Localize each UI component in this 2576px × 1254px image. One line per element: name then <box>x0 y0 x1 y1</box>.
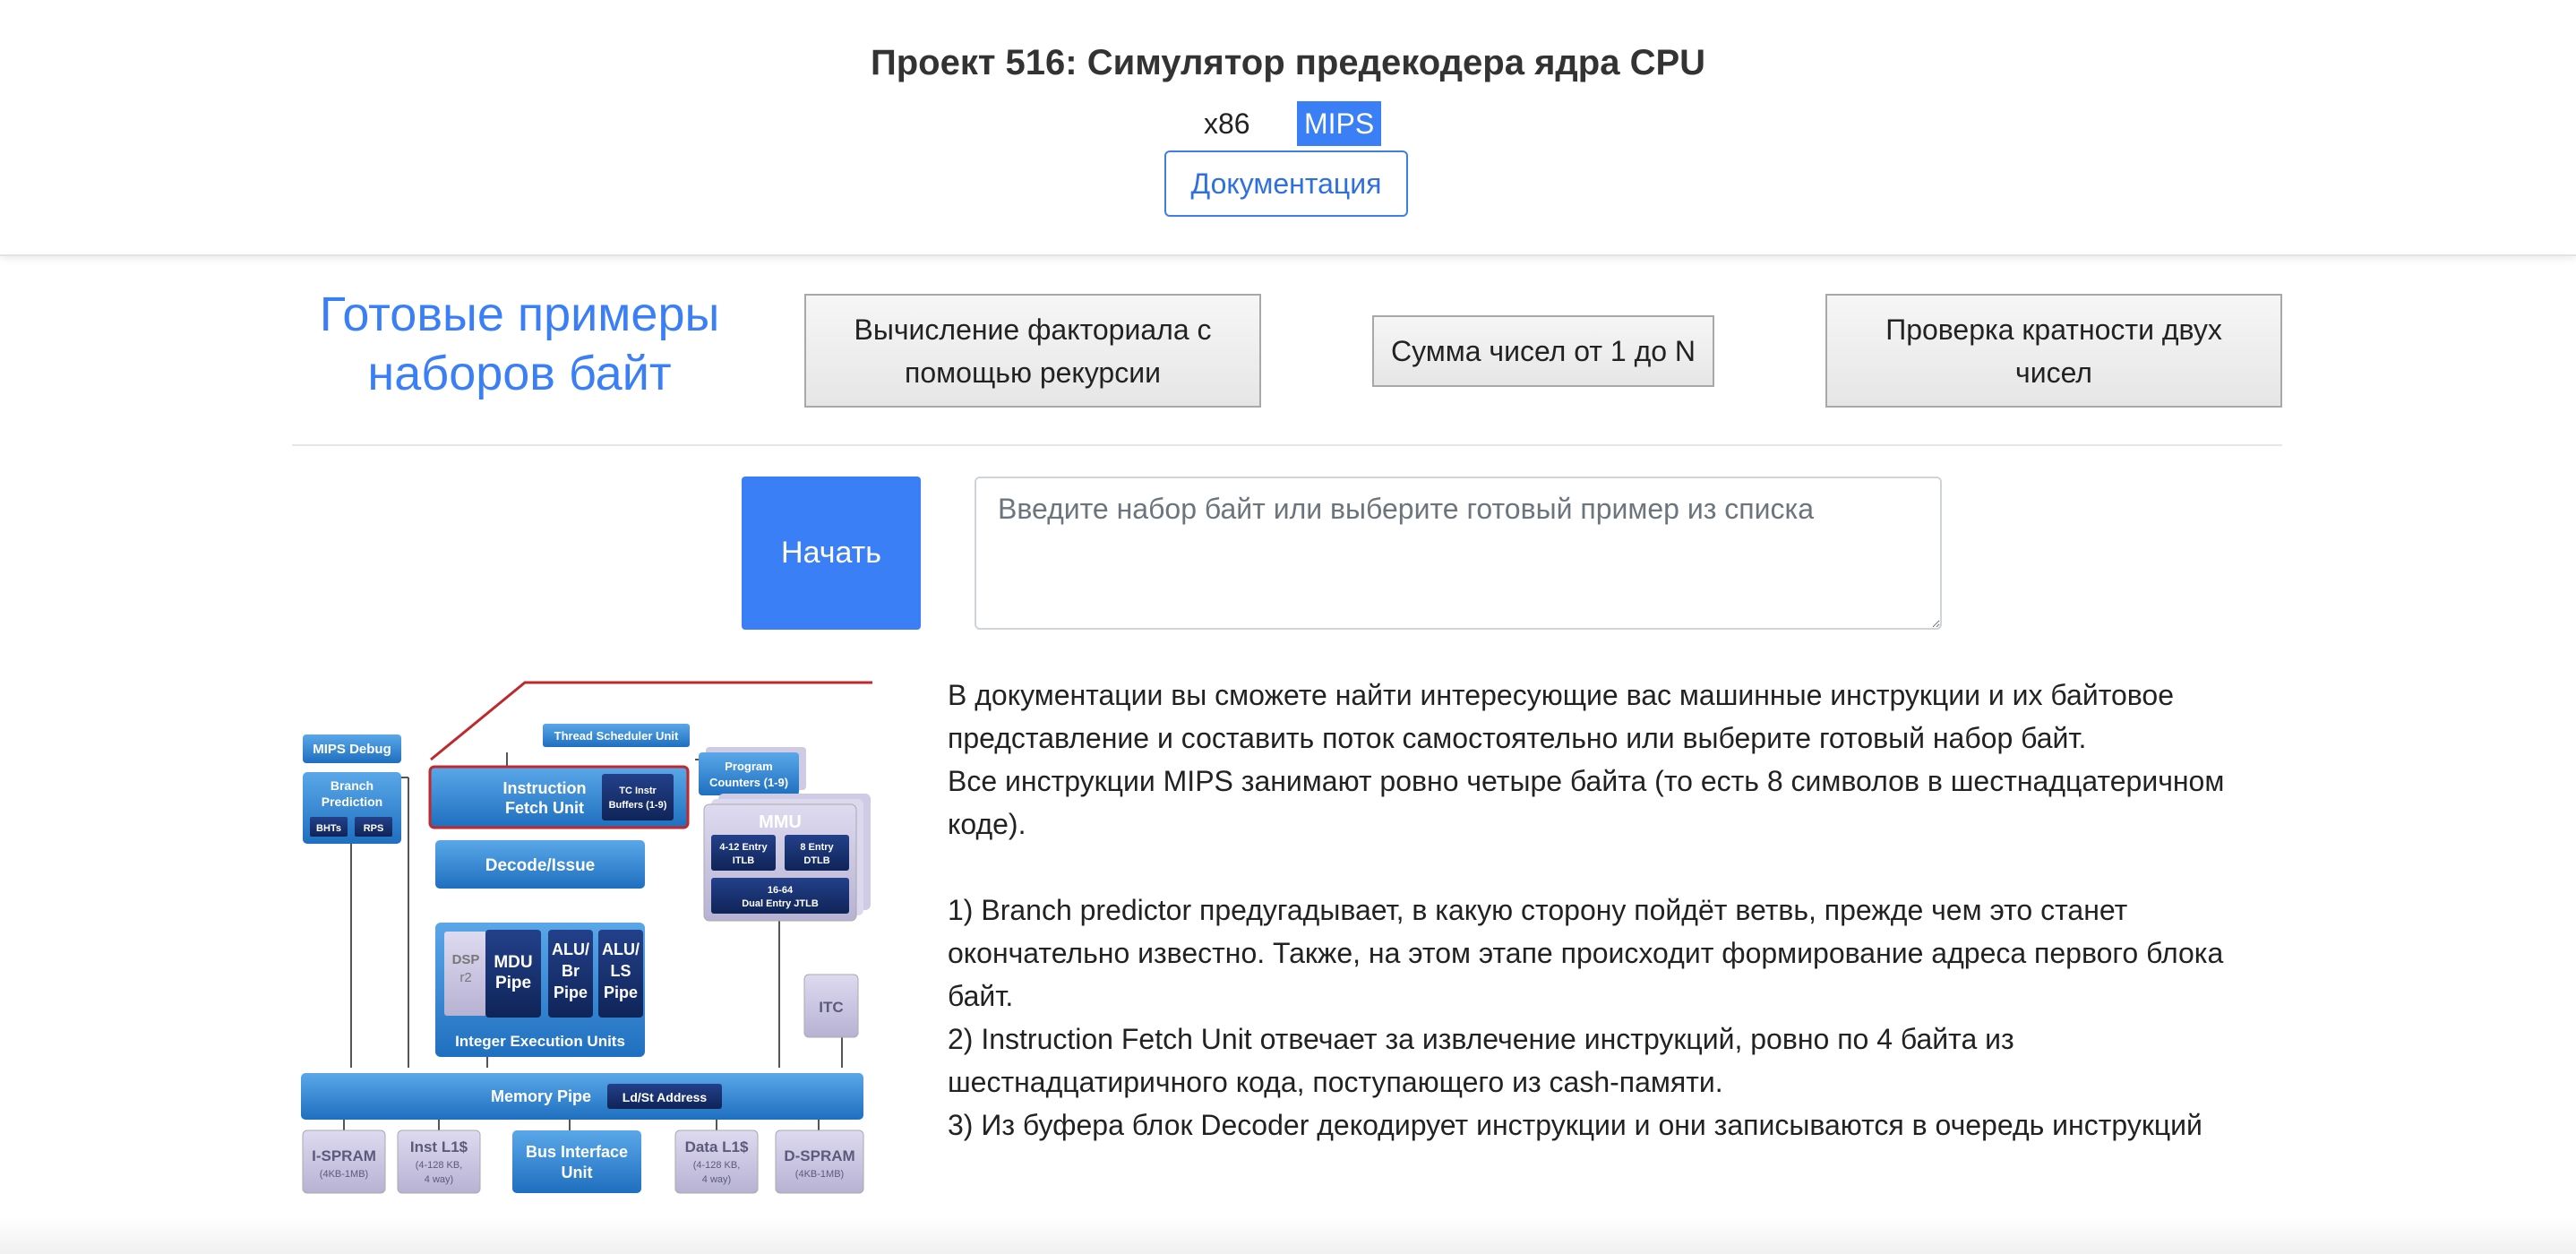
dsp-label-2: r2 <box>459 970 471 985</box>
rps-label: RPS <box>364 823 384 834</box>
description-line: представление и составить поток самостоя… <box>948 722 2087 754</box>
decode-label: Decode/Issue <box>485 856 596 875</box>
examples-heading-line2: наборов байт <box>367 347 672 400</box>
description-line: шестнадцатиричного кода, поступающего из… <box>948 1066 1723 1098</box>
example-sum-button[interactable]: Сумма чисел от 1 до N <box>1372 315 1714 387</box>
mmu-label: MMU <box>759 812 802 832</box>
itlb-label-1: 4-12 Entry <box>719 842 768 853</box>
ieu-label: Integer Execution Units <box>455 1033 625 1050</box>
mips-architecture-diagram: MIPS Debug Thread Scheduler Unit Branch … <box>301 681 872 1194</box>
example-sum-label: Сумма чисел от 1 до N <box>1390 335 1696 367</box>
description-line: 1) Branch predictor предугадывает, в как… <box>948 894 2128 926</box>
biu-label-1: Bus Interface <box>526 1143 628 1161</box>
bottom-shadow <box>0 1218 2576 1254</box>
alels-label-1: ALU/ <box>602 940 640 958</box>
example-divisibility-line1: Проверка кратности двух <box>1885 313 2222 346</box>
itlb-label-2: ITLB <box>733 855 754 866</box>
branch-prediction-label-1: Branch <box>331 778 374 793</box>
example-factorial-line1: Вычисление факториала с <box>854 313 1212 346</box>
datal1-label-1: Data L1$ <box>685 1138 749 1155</box>
biu-label-2: Unit <box>562 1164 593 1181</box>
alubr-label-3: Pipe <box>554 983 588 1001</box>
ispram-label-1: I-SPRAM <box>312 1147 376 1164</box>
instl1-label-1: Inst L1$ <box>410 1138 468 1155</box>
dsp-label-1: DSP <box>452 952 480 967</box>
tab-x86[interactable]: x86 <box>1197 101 1258 146</box>
description-line: коде). <box>948 808 1026 840</box>
description-line: В документации вы сможете найти интересу… <box>948 679 2175 711</box>
description-line: 2) Instruction Fetch Unit отвечает за из… <box>948 1023 2014 1055</box>
documentation-button[interactable]: Документация <box>1164 150 1408 217</box>
dtlb-label-1: 8 Entry <box>800 842 834 853</box>
ifu-label-2: Fetch Unit <box>505 799 584 817</box>
instl1-label-3: 4 way) <box>425 1174 453 1185</box>
mdu-label-1: MDU <box>494 953 532 972</box>
page-title: Проект 516: Симулятор предекодера ядра C… <box>870 43 1706 82</box>
description-line: байт. <box>948 980 1014 1012</box>
example-factorial-button[interactable]: Вычисление факториала с помощью рекурсии <box>804 294 1261 408</box>
start-button[interactable]: Начать <box>742 477 921 630</box>
memory-pipe-label: Memory Pipe <box>491 1087 591 1105</box>
section-divider <box>292 444 2282 446</box>
datal1-label-2: (4-128 KB, <box>693 1160 741 1171</box>
example-divisibility-line2: чисел <box>2015 356 2092 389</box>
tc-label-2: Buffers (1-9) <box>609 800 667 811</box>
dtlb-label-2: DTLB <box>803 855 829 866</box>
branch-prediction-label-2: Prediction <box>322 794 382 809</box>
alels-label-3: Pipe <box>604 983 638 1001</box>
page-header: Проект 516: Симулятор предекодера ядра C… <box>0 0 2576 256</box>
tc-label-1: TC Instr <box>619 786 657 796</box>
ldst-label: Ld/St Address <box>623 1090 708 1104</box>
example-factorial-line2: помощью рекурсии <box>905 356 1161 389</box>
mips-debug-label: MIPS Debug <box>313 742 391 757</box>
pc-label-2: Counters (1-9) <box>709 776 788 789</box>
jtlb-label-2: Dual Entry JTLB <box>742 898 819 909</box>
tab-mips[interactable]: MIPS <box>1297 101 1382 146</box>
dspram-label-1: D-SPRAM <box>784 1147 854 1164</box>
highlight-leader-line <box>430 681 872 761</box>
description-line: 3) Из буфера блок Decoder декодирует инс… <box>948 1109 2202 1141</box>
description-line: Все инструкции MIPS занимают ровно четыр… <box>948 765 2225 797</box>
pc-label-1: Program <box>725 760 772 773</box>
mdu-label-2: Pipe <box>495 974 531 992</box>
ifu-label-1: Instruction <box>503 779 587 797</box>
example-divisibility-button[interactable]: Проверка кратности двух чисел <box>1825 294 2282 408</box>
jtlb-label-1: 16-64 <box>768 885 794 896</box>
alubr-label-1: ALU/ <box>552 940 589 958</box>
examples-heading: Готовые примеры наборов байт <box>296 285 743 403</box>
dspram-label-2: (4KB-1MB) <box>795 1169 844 1180</box>
bhts-label: BHTs <box>316 823 341 834</box>
alubr-label-2: Br <box>562 962 580 980</box>
description-line: окончательно известно. Также, на этом эт… <box>948 937 2224 969</box>
bytes-input[interactable] <box>975 477 1942 630</box>
itc-label: ITC <box>819 999 843 1016</box>
tc-instr-buffers-block <box>602 774 674 820</box>
ispram-label-2: (4KB-1MB) <box>320 1169 368 1180</box>
alels-label-2: LS <box>610 962 631 980</box>
thread-scheduler-label: Thread Scheduler Unit <box>554 729 679 743</box>
description-text: В документации вы сможете найти интересу… <box>948 674 2291 1147</box>
instl1-label-2: (4-128 KB, <box>416 1160 463 1171</box>
bus-interface-unit-block <box>512 1130 641 1193</box>
examples-heading-line1: Готовые примеры <box>319 288 720 341</box>
datal1-label-3: 4 way) <box>702 1174 731 1185</box>
